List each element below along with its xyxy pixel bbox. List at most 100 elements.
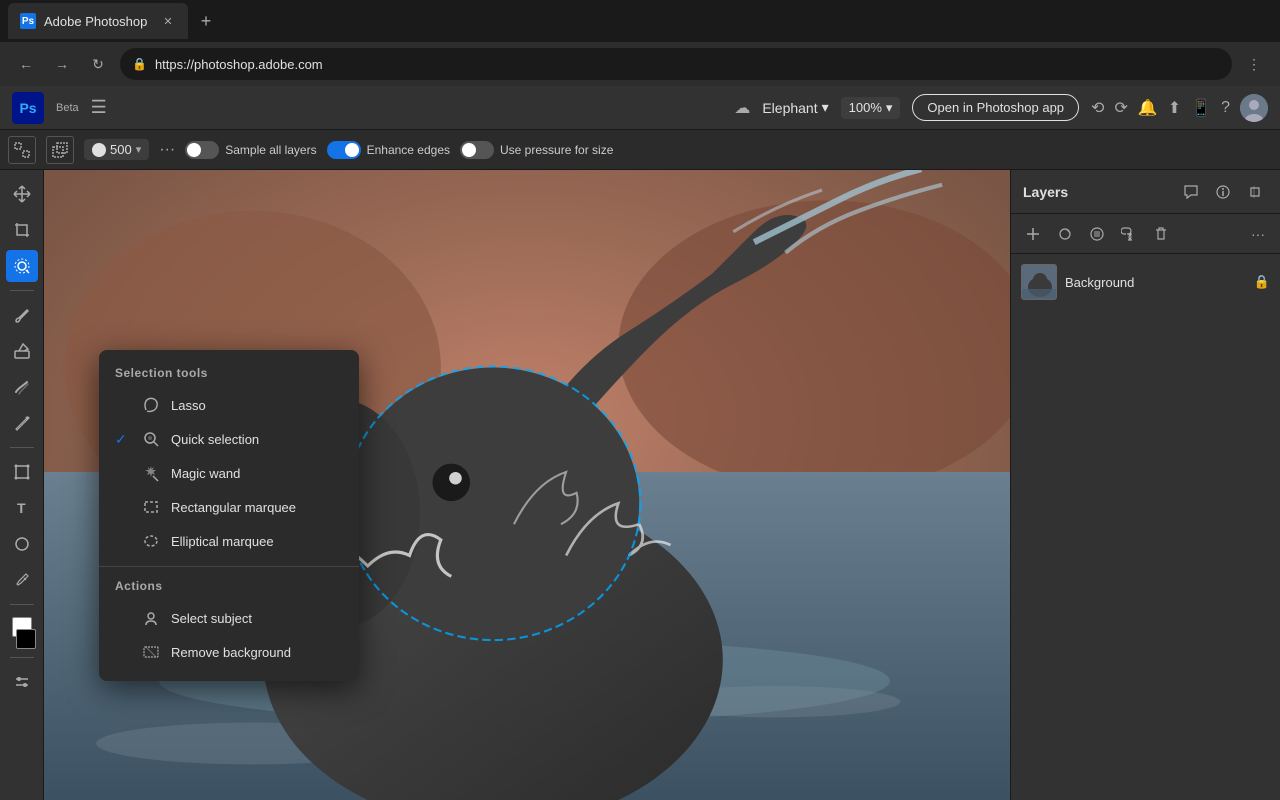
select-subject-item[interactable]: Select subject: [99, 601, 359, 635]
tab-title: Adobe Photoshop: [44, 14, 152, 29]
refresh-button[interactable]: ↻: [84, 50, 112, 78]
panel-info-icon[interactable]: [1210, 179, 1236, 205]
lock-icon: 🔒: [132, 57, 147, 71]
help-icon[interactable]: ?: [1221, 99, 1230, 117]
subtract-selection-btn[interactable]: [46, 136, 74, 164]
move-tool[interactable]: [6, 178, 38, 210]
more-options-btn[interactable]: ···: [159, 141, 175, 159]
layers-list: Background 🔒: [1011, 254, 1280, 800]
add-layer-btn[interactable]: [1019, 220, 1047, 248]
zoom-control[interactable]: 100% ▾: [841, 97, 901, 119]
lasso-tool-item[interactable]: Lasso: [99, 388, 359, 422]
eraser-tool[interactable]: [6, 335, 38, 367]
quick-selection-tool[interactable]: [6, 250, 38, 282]
sample-all-layers-switch[interactable]: [185, 141, 219, 159]
mobile-icon[interactable]: 📱: [1191, 98, 1211, 118]
canvas-area[interactable]: Selection tools Lasso ✓ Quick selection: [44, 170, 1010, 800]
options-bar: 500 ▾ ··· Sample all layers Enhance edge…: [0, 130, 1280, 170]
quick-selection-label: Quick selection: [171, 432, 259, 447]
use-pressure-switch[interactable]: [460, 141, 494, 159]
link-layers-btn[interactable]: [1115, 220, 1143, 248]
panel-chat-icon[interactable]: [1178, 179, 1204, 205]
brush-size-value: 500: [110, 142, 132, 157]
new-tab-button[interactable]: +: [192, 7, 220, 35]
layers-more-btn[interactable]: ···: [1244, 220, 1272, 248]
active-check-icon: ✓: [115, 431, 131, 448]
svg-text:T: T: [17, 500, 26, 516]
document-name[interactable]: Elephant ▾: [762, 99, 828, 116]
toolbar-icons: ⟲ ⟳ 🔔 ⬆ 📱 ?: [1091, 94, 1268, 122]
background-layer-name: Background: [1065, 275, 1246, 290]
actions-section-title: Actions: [99, 575, 359, 601]
transform-tool[interactable]: [6, 456, 38, 488]
color-swatches[interactable]: [8, 617, 36, 649]
selection-dropdown-menu: Selection tools Lasso ✓ Quick selection: [99, 350, 359, 681]
enhance-edges-switch[interactable]: [327, 141, 361, 159]
active-tab[interactable]: Ps Adobe Photoshop ✕: [8, 3, 188, 39]
background-color[interactable]: [16, 629, 36, 649]
browser-chrome: Ps Adobe Photoshop ✕ + ← → ↻ 🔒 https://p…: [0, 0, 1280, 86]
rectangular-marquee-item[interactable]: Rectangular marquee: [99, 490, 359, 524]
adjustment-layer-btn[interactable]: [1051, 220, 1079, 248]
address-text: https://photoshop.adobe.com: [155, 57, 323, 72]
magic-wand-item[interactable]: Magic wand: [99, 456, 359, 490]
elliptical-marquee-icon: [141, 531, 161, 551]
text-tool[interactable]: T: [6, 492, 38, 524]
enhance-edges-toggle[interactable]: Enhance edges: [327, 141, 450, 159]
share-icon[interactable]: ⬆: [1168, 98, 1181, 118]
background-layer-item[interactable]: Background 🔒: [1011, 258, 1280, 306]
elliptical-marquee-item[interactable]: Elliptical marquee: [99, 524, 359, 558]
smudge-tool[interactable]: [6, 371, 38, 403]
ps-logo: Ps: [12, 92, 44, 124]
eyedropper-tool[interactable]: [6, 564, 38, 596]
user-avatar[interactable]: [1240, 94, 1268, 122]
shape-tool[interactable]: [6, 528, 38, 560]
brush-size-control[interactable]: 500 ▾: [84, 139, 149, 160]
remove-background-item[interactable]: Remove background: [99, 635, 359, 669]
open-in-photoshop-button[interactable]: Open in Photoshop app: [912, 94, 1079, 121]
select-subject-icon: [141, 608, 161, 628]
menu-divider: [99, 566, 359, 567]
brush-tool[interactable]: [6, 299, 38, 331]
browser-menu-button[interactable]: ⋮: [1240, 50, 1268, 78]
redo-button[interactable]: ⟳: [1114, 98, 1127, 118]
app: Ps Beta ☰ ☁ Elephant ▾ 100% ▾ Open in Ph…: [0, 86, 1280, 800]
main-content: T: [0, 170, 1280, 800]
quick-selection-item[interactable]: ✓ Quick selection: [99, 422, 359, 456]
toolbar-divider-3: [10, 604, 34, 605]
brush-dot-icon: [92, 143, 106, 157]
cloud-icon: ☁: [734, 98, 750, 118]
rectangular-marquee-label: Rectangular marquee: [171, 500, 296, 515]
crop-tool[interactable]: [6, 214, 38, 246]
hamburger-button[interactable]: ☰: [91, 97, 107, 118]
sample-all-layers-toggle[interactable]: Sample all layers: [185, 141, 316, 159]
delete-layer-btn[interactable]: [1147, 220, 1175, 248]
layer-mask-btn[interactable]: [1083, 220, 1111, 248]
remove-background-label: Remove background: [171, 645, 291, 660]
magic-wand-label: Magic wand: [171, 466, 240, 481]
add-selection-btn[interactable]: [8, 136, 36, 164]
panel-collapse-icon[interactable]: [1242, 179, 1268, 205]
quick-selection-icon: [141, 429, 161, 449]
pen-tool[interactable]: [6, 407, 38, 439]
lasso-label: Lasso: [171, 398, 206, 413]
address-bar[interactable]: 🔒 https://photoshop.adobe.com: [120, 48, 1232, 80]
layers-toolbar: ···: [1011, 214, 1280, 254]
rectangular-marquee-icon: [141, 497, 161, 517]
forward-button[interactable]: →: [48, 50, 76, 78]
undo-button[interactable]: ⟲: [1091, 98, 1104, 118]
tab-close-btn[interactable]: ✕: [160, 13, 176, 29]
notifications-icon[interactable]: 🔔: [1138, 98, 1158, 118]
magic-wand-icon: [141, 463, 161, 483]
background-layer-thumbnail: [1021, 264, 1057, 300]
back-button[interactable]: ←: [12, 50, 40, 78]
beta-badge: Beta: [56, 102, 79, 114]
use-pressure-toggle[interactable]: Use pressure for size: [460, 141, 613, 159]
arrange-tool[interactable]: [6, 666, 38, 698]
panel-header: Layers: [1011, 170, 1280, 214]
remove-background-icon: [141, 642, 161, 662]
elliptical-marquee-label: Elliptical marquee: [171, 534, 274, 549]
tab-favicon: Ps: [20, 13, 36, 29]
lasso-icon: [141, 395, 161, 415]
tools-section-title: Selection tools: [99, 362, 359, 388]
